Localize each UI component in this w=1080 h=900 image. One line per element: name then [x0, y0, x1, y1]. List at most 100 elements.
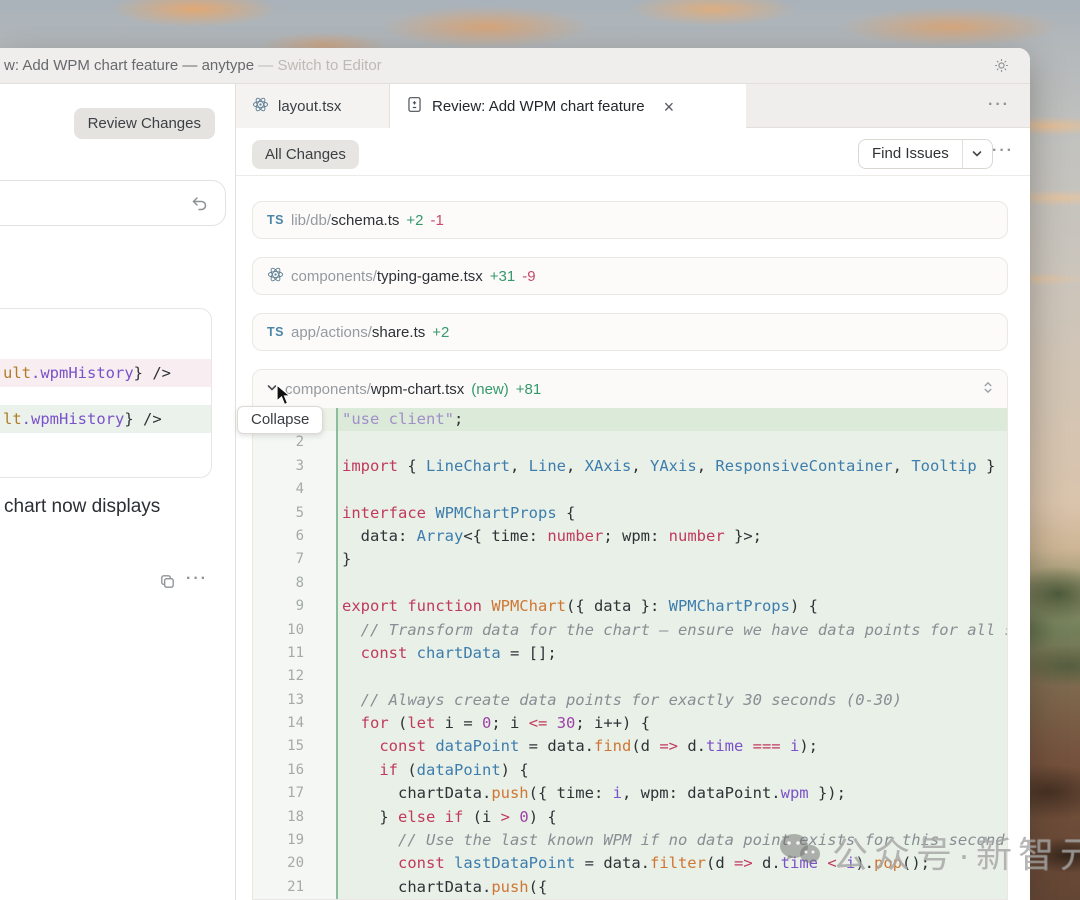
tab-layout-tsx[interactable]: layout.tsx	[236, 84, 390, 128]
app-window: w: Add WPM chart feature — anytype — Swi…	[0, 48, 1030, 900]
tabbar-overflow-menu[interactable]: ···	[988, 96, 1010, 114]
diff-snippet-card: ult.wpmHistory} /> lt.wpmHistory} />	[0, 308, 212, 478]
screen: w: Add WPM chart feature — anytype — Swi…	[0, 0, 1080, 900]
code-line-text	[336, 431, 1007, 454]
diff-added-line: lt.wpmHistory} />	[0, 405, 211, 433]
react-icon	[267, 266, 284, 287]
file-card-share[interactable]: TS app/actions/share.ts +2	[252, 313, 1008, 351]
line-number: 5	[253, 502, 336, 525]
code-line: 17 chartData.push({ time: i, wpm: dataPo…	[253, 782, 1007, 805]
review-changes-button[interactable]: Review Changes	[74, 108, 215, 139]
code-line: 20 const lastDataPoint = data.filter(d =…	[253, 852, 1007, 875]
mouse-cursor	[276, 384, 298, 413]
code-line-text: // Use the last known WPM if no data poi…	[336, 829, 1007, 852]
line-number: 13	[253, 689, 336, 712]
code-line: 12	[253, 665, 1007, 688]
code-line-text: if (dataPoint) {	[336, 759, 1007, 782]
code-line: 3import { LineChart, Line, XAxis, YAxis,…	[253, 455, 1007, 478]
line-number: 3	[253, 455, 336, 478]
code-line-text	[336, 572, 1007, 595]
code-line: 1"use client";	[253, 408, 1007, 431]
line-number: 7	[253, 548, 336, 571]
message-overflow-menu[interactable]: ···	[186, 570, 208, 588]
line-number: 14	[253, 712, 336, 735]
assistant-message-text: chart now displays	[4, 496, 160, 518]
code-line-text: } else if (i > 0) {	[336, 806, 1007, 829]
code-line: 15 const dataPoint = data.find(d => d.ti…	[253, 735, 1007, 758]
code-line-text: interface WPMChartProps {	[336, 502, 1007, 525]
code-line: 13 // Always create data points for exac…	[253, 689, 1007, 712]
window-title-text: w: Add WPM chart feature — anytype	[4, 57, 254, 74]
code-line-text: const chartData = [];	[336, 642, 1007, 665]
line-number: 16	[253, 759, 336, 782]
file-path: app/actions/share.ts	[291, 324, 425, 341]
file-name: wpm-chart.tsx	[371, 381, 464, 398]
message-actions: ···	[0, 570, 220, 594]
settings-gear-icon[interactable]	[993, 57, 1010, 79]
line-number: 17	[253, 782, 336, 805]
window-titlebar: w: Add WPM chart feature — anytype — Swi…	[0, 48, 1030, 84]
chevron-down-icon[interactable]	[962, 140, 992, 168]
toolbar-overflow-menu[interactable]: ···	[992, 142, 1014, 160]
line-number: 19	[253, 829, 336, 852]
all-changes-button[interactable]: All Changes	[252, 140, 359, 169]
wpm-chart-file-header[interactable]: components/wpm-chart.tsx (new) +81	[253, 370, 1007, 408]
line-number: 4	[253, 478, 336, 501]
code-line-text: const dataPoint = data.find(d => d.time …	[336, 735, 1007, 758]
find-issues-button[interactable]: Find Issues	[858, 139, 993, 169]
new-file-tag: (new)	[471, 381, 509, 398]
added-count: +2	[432, 324, 449, 341]
code-line: 5interface WPMChartProps {	[253, 502, 1007, 525]
typescript-icon: TS	[267, 325, 284, 339]
line-number: 21	[253, 876, 336, 899]
editor-pane: layout.tsx Review: Add WPM chart feature…	[236, 84, 1030, 900]
undo-icon[interactable]	[189, 194, 209, 219]
typescript-icon: TS	[267, 213, 284, 227]
code-line-text	[336, 478, 1007, 501]
code-line: 11 const chartData = [];	[253, 642, 1007, 665]
tab-review[interactable]: Review: Add WPM chart feature ×	[390, 84, 746, 129]
line-number: 18	[253, 806, 336, 829]
code-line-text: for (let i = 0; i <= 30; i++) {	[336, 712, 1007, 735]
code-line-text: }	[336, 548, 1007, 571]
code-line: 10 // Transform data for the chart – ens…	[253, 619, 1007, 642]
window-title: w: Add WPM chart feature — anytype — Swi…	[4, 48, 382, 84]
file-name: typing-game.tsx	[377, 268, 483, 285]
added-count: +81	[516, 381, 541, 398]
line-number: 6	[253, 525, 336, 548]
removed-count: -1	[430, 212, 443, 229]
prompt-input[interactable]	[0, 180, 226, 226]
code-line: 16 if (dataPoint) {	[253, 759, 1007, 782]
file-name: schema.ts	[331, 212, 399, 229]
code-line-text: chartData.push({	[336, 876, 1007, 899]
code-line: 2	[253, 431, 1007, 454]
line-number: 10	[253, 619, 336, 642]
switch-to-editor-action[interactable]: Switch to Editor	[277, 57, 381, 74]
line-number: 12	[253, 665, 336, 688]
copy-icon[interactable]	[158, 572, 177, 596]
file-path: lib/db/schema.ts	[291, 212, 399, 229]
code-line-text: // Transform data for the chart – ensure…	[336, 619, 1007, 642]
added-count: +2	[406, 212, 423, 229]
code-line-text: import { LineChart, Line, XAxis, YAxis, …	[336, 455, 1007, 478]
code-line-text: data: Array<{ time: number; wpm: number …	[336, 525, 1007, 548]
file-card-schema[interactable]: TS lib/db/schema.ts +2 -1	[252, 201, 1008, 239]
code-line: 6 data: Array<{ time: number; wpm: numbe…	[253, 525, 1007, 548]
review-toolbar: All Changes Find Issues ···	[236, 128, 1030, 176]
tab-label: Review: Add WPM chart feature	[432, 98, 645, 115]
file-card-wpm-chart-expanded: components/wpm-chart.tsx (new) +81 1"use…	[252, 369, 1008, 900]
close-icon[interactable]: ×	[664, 98, 675, 116]
code-line: 19 // Use the last known WPM if no data …	[253, 829, 1007, 852]
line-number: 8	[253, 572, 336, 595]
line-number: 20	[253, 852, 336, 875]
line-number: 11	[253, 642, 336, 665]
file-path: components/wpm-chart.tsx	[285, 381, 464, 398]
file-card-typing-game[interactable]: components/typing-game.tsx +31 -9	[252, 257, 1008, 295]
code-line: 21 chartData.push({	[253, 876, 1007, 899]
tab-bar: layout.tsx Review: Add WPM chart feature…	[236, 84, 1030, 128]
code-line-text	[336, 665, 1007, 688]
file-path: components/typing-game.tsx	[291, 268, 483, 285]
line-number: 15	[253, 735, 336, 758]
expand-collapse-selector-icon[interactable]	[982, 380, 994, 399]
added-count: +31	[490, 268, 515, 285]
